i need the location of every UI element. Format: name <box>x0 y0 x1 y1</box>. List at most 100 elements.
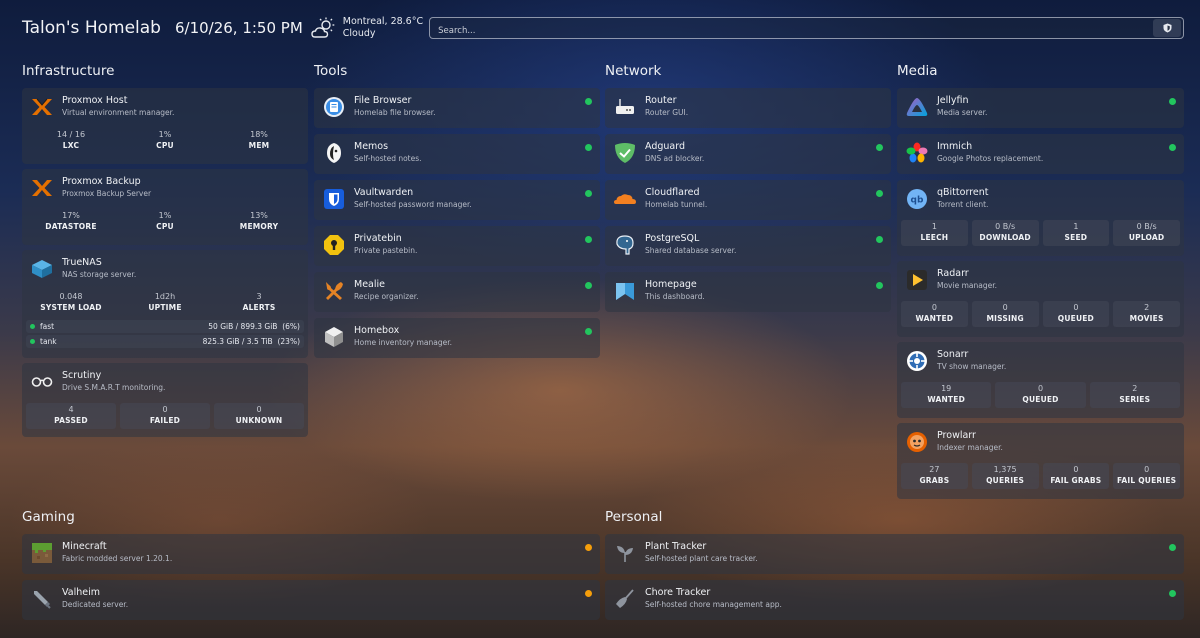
service-card-jellyfin[interactable]: Jellyfin Media server. <box>897 88 1184 128</box>
service-name: Cloudflared <box>645 187 700 198</box>
adguard-shield-icon <box>613 141 637 165</box>
service-card-privatebin[interactable]: Privatebin Private pastebin. <box>314 226 600 266</box>
status-dot <box>585 98 592 105</box>
service-name: Proxmox Backup <box>62 176 141 187</box>
service-card-proxmox-backup[interactable]: Proxmox Backup Proxmox Backup Server 17%… <box>22 169 308 245</box>
service-card-chore-tracker[interactable]: Chore Tracker Self-hosted chore managemen… <box>605 580 1184 620</box>
service-description: Media server. <box>937 108 988 117</box>
service-name: Scrutiny <box>62 370 102 381</box>
stat-fail-queries: 0 FAIL QUERIES <box>1113 463 1180 489</box>
service-description: Self-hosted plant care tracker. <box>645 554 758 563</box>
service-card-homepage[interactable]: Homepage This dashboard. <box>605 272 891 312</box>
group-title-personal: Personal <box>605 509 663 525</box>
status-dot <box>585 590 592 597</box>
stat-queued: 0 QUEUED <box>1042 301 1110 327</box>
prowlarr-icon <box>905 430 929 454</box>
service-card-postgresql[interactable]: PostgreSQL Shared database server. <box>605 226 891 266</box>
pool-name: fast <box>40 322 55 331</box>
service-description: TV show manager. <box>937 362 1007 371</box>
service-card-cloudflared[interactable]: Cloudflared Homelab tunnel. <box>605 180 891 220</box>
widget-stats: 27 GRABS 1,375 QUERIES 0 FAIL GRABS 0 FAIL Q… <box>897 463 1184 489</box>
service-name: Homepage <box>645 279 697 290</box>
stat-passed: 4 PASSED <box>26 403 116 429</box>
service-description: Shared database server. <box>645 246 737 255</box>
stat-wanted: 0 WANTED <box>901 301 968 327</box>
service-card-prowlarr[interactable]: Prowlarr Indexer manager. 27 GRABS 1,375 QU… <box>897 423 1184 499</box>
service-name: Prowlarr <box>937 430 976 441</box>
sonarr-icon <box>905 349 929 373</box>
homepage-icon <box>613 279 637 303</box>
group-title-gaming: Gaming <box>22 509 75 525</box>
service-description: Homelab file browser. <box>354 108 436 117</box>
status-dot <box>585 328 592 335</box>
pool-usage: 50 GiB / 899.3 GiB (6%) <box>208 322 300 331</box>
status-dot <box>876 236 883 243</box>
service-card-radarr[interactable]: Radarr Movie manager. 0 WANTED 0 MISSING 0Q… <box>897 261 1184 337</box>
search-provider-button[interactable] <box>1153 19 1181 37</box>
service-description: Router GUI. <box>645 108 689 117</box>
sword-icon <box>30 587 54 611</box>
stat-datastore: 17% DATASTORE <box>45 211 97 231</box>
service-card-plant-tracker[interactable]: Plant Tracker Self-hosted plant care trac… <box>605 534 1184 574</box>
service-card-vaultwarden[interactable]: Vaultwarden Self-hosted password manager. <box>314 180 600 220</box>
service-card-qbittorrent[interactable]: qb qBittorrent Torrent client. 1 LEECH 0 B… <box>897 180 1184 256</box>
datetime-widget: 6/10/26, 1:50 PM <box>174 19 303 37</box>
search-input[interactable] <box>430 21 1183 41</box>
service-card-memos[interactable]: Memos Self-hosted notes. <box>314 134 600 174</box>
status-dot <box>585 236 592 243</box>
file-browser-icon <box>322 95 346 119</box>
service-card-minecraft[interactable]: Minecraft Fabric modded server 1.20.1. <box>22 534 600 574</box>
top-bar: Talon's Homelab 6/10/26, 1:50 PM Montrea… <box>22 12 1184 44</box>
pool-row: tank 825.3 GiB / 3.5 TiB (23%) <box>26 335 304 348</box>
service-name: Radarr <box>937 268 969 279</box>
service-card-file-browser[interactable]: File Browser Homelab file browser. <box>314 88 600 128</box>
service-name: Proxmox Host <box>62 95 128 106</box>
widget-stats: 0.048 SYSTEM LOAD 1d2h UPTIME 3 ALERTS <box>22 290 308 316</box>
service-name: Chore Tracker <box>645 587 711 598</box>
status-dot <box>876 190 883 197</box>
service-card-immich[interactable]: Immich Google Photos replacement. <box>897 134 1184 174</box>
search-box[interactable] <box>429 17 1184 41</box>
widget-stats: 14 / 16 LXC 1% CPU 18% MEM <box>22 128 308 154</box>
service-card-mealie[interactable]: Mealie Recipe organizer. <box>314 272 600 312</box>
service-description: Torrent client. <box>937 200 989 209</box>
weather-condition: Cloudy <box>342 28 376 39</box>
service-name: Memos <box>354 141 389 152</box>
service-card-sonarr[interactable]: Sonarr TV show manager. 19 WANTED 0 QUEUED … <box>897 342 1184 418</box>
service-description: Self-hosted password manager. <box>354 200 472 209</box>
service-card-valheim[interactable]: Valheim Dedicated server. <box>22 580 600 620</box>
stat-missing: 0 MISSING <box>971 301 1039 327</box>
service-description: Recipe organizer. <box>354 292 419 301</box>
service-description: Homelab tunnel. <box>645 200 708 209</box>
stat-cpu: 1% CPU <box>156 130 174 150</box>
service-name: Sonarr <box>937 349 969 360</box>
service-card-homebox[interactable]: Homebox Home inventory manager. <box>314 318 600 358</box>
service-card-truenas[interactable]: TrueNAS NAS storage server. 0.048 SYSTEM … <box>22 250 308 358</box>
partly-cloudy-icon <box>311 17 335 38</box>
weather-location: Montreal, 28.6°C <box>342 16 424 27</box>
service-card-adguard[interactable]: Adguard DNS ad blocker. <box>605 134 891 174</box>
service-description: Self-hosted chore management app. <box>645 600 782 609</box>
privatebin-icon <box>322 233 346 257</box>
service-description: Dedicated server. <box>62 600 129 609</box>
service-card-proxmox-host[interactable]: Proxmox Host Virtual environment manager… <box>22 88 308 164</box>
stat-alerts: 3 ALERTS <box>242 292 276 312</box>
stat-series: 2 SERIES <box>1089 382 1180 408</box>
service-card-scrutiny[interactable]: Scrutiny Drive S.M.A.R.T monitoring. 4 PA… <box>22 363 308 437</box>
service-description: NAS storage server. <box>62 270 137 279</box>
status-dot <box>1169 98 1176 105</box>
service-description: Drive S.M.A.R.T monitoring. <box>62 383 166 392</box>
weather-widget: Montreal, 28.6°C Cloudy <box>343 16 423 40</box>
pool-name: tank <box>40 337 57 346</box>
stat-fail-grabs: 0 FAIL GRABS <box>1042 463 1110 489</box>
memos-icon <box>322 141 346 165</box>
stat-failed: 0 FAILED <box>120 403 210 429</box>
postgresql-elephant-icon <box>613 233 637 257</box>
pool-status-dot <box>30 324 35 329</box>
pool-status-dot <box>30 339 35 344</box>
service-card-router[interactable]: Router Router GUI. <box>605 88 891 128</box>
service-description: Home inventory manager. <box>354 338 453 347</box>
broom-icon <box>613 587 637 611</box>
service-name: Valheim <box>62 587 100 598</box>
status-dot <box>585 190 592 197</box>
